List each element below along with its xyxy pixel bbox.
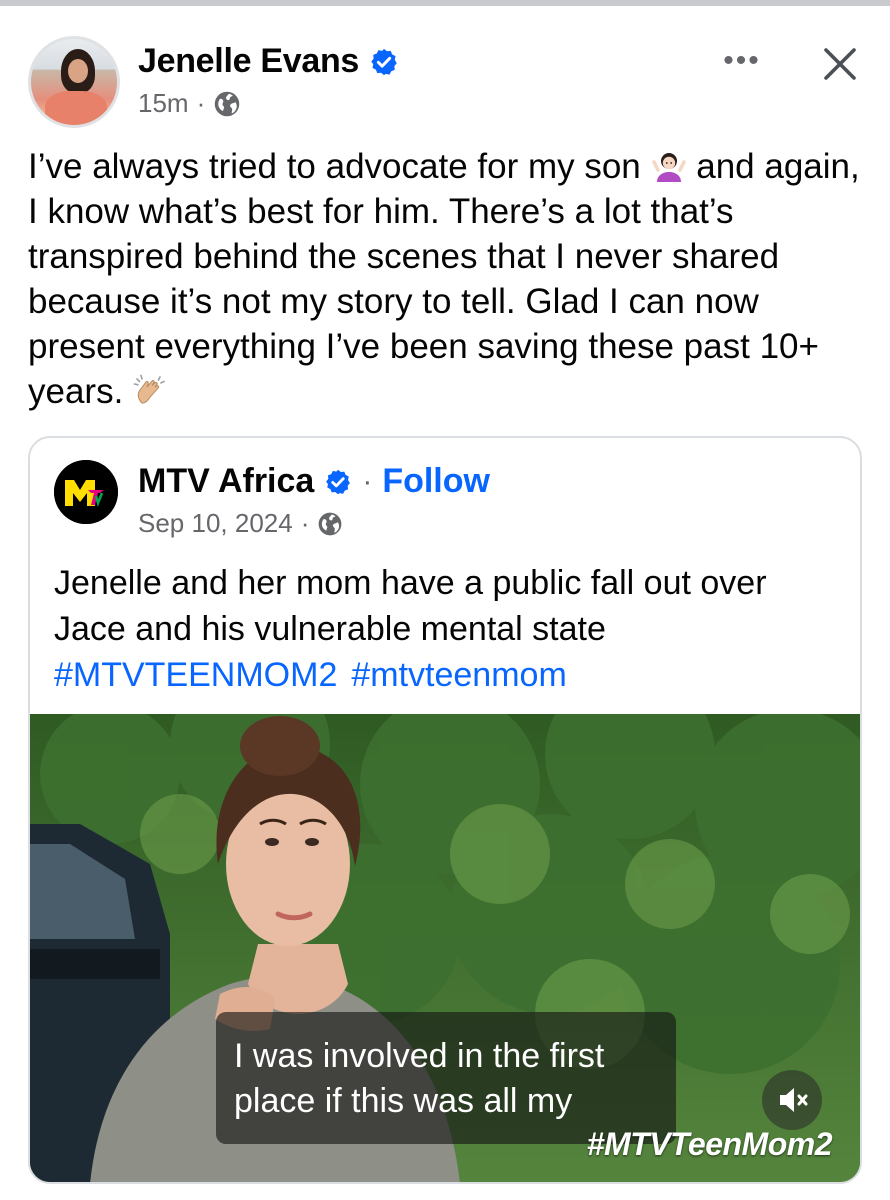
post-meta: 15m · bbox=[138, 88, 241, 119]
mtv-africa-logo[interactable] bbox=[54, 460, 118, 524]
avatar-face bbox=[68, 59, 88, 83]
post-text-part-2: and again, I know what’s best for him. T… bbox=[28, 147, 860, 411]
video-subtitle: I was involved in the first place if thi… bbox=[216, 1012, 676, 1144]
more-options-icon[interactable]: ••• bbox=[720, 46, 764, 76]
hashtag-list: #MTVTEENMOM2 #mtvteenmom bbox=[54, 652, 844, 698]
shared-post-card[interactable]: MTV Africa · Follow Sep 10, 2024 · Jenel… bbox=[28, 436, 862, 1184]
globe-icon bbox=[319, 512, 342, 535]
meta-separator: · bbox=[300, 508, 310, 538]
clapping-hands-emoji bbox=[133, 374, 165, 404]
shared-post-date[interactable]: Sep 10, 2024 bbox=[138, 508, 293, 539]
subtitle-line-1: I was involved in the first bbox=[234, 1037, 605, 1075]
video-player[interactable]: I was involved in the first place if thi… bbox=[30, 714, 860, 1182]
close-icon[interactable] bbox=[818, 42, 862, 86]
hashtag-link[interactable]: #mtvteenmom bbox=[351, 656, 566, 694]
facebook-post: Jenelle Evans 15m · ••• I’ve always trie… bbox=[0, 6, 890, 1200]
muted-speaker-icon bbox=[780, 1088, 808, 1112]
subtitle-line-2: place if this was all my bbox=[234, 1082, 573, 1120]
globe-icon bbox=[215, 91, 240, 116]
mute-toggle-button[interactable] bbox=[762, 1070, 822, 1130]
shared-caption: Jenelle and her mom have a public fall o… bbox=[54, 564, 767, 648]
post-text-part-1: I’ve always tried to advocate for my son bbox=[28, 147, 651, 186]
avatar-dress bbox=[45, 91, 107, 125]
mtv-logo-icon bbox=[54, 460, 118, 524]
meta-separator: · bbox=[196, 88, 206, 118]
video-watermark: #MTVTeenMom2 bbox=[586, 1126, 833, 1162]
author-name[interactable]: Jenelle Evans bbox=[138, 42, 359, 81]
post-body-text: I’ve always tried to advocate for my son… bbox=[28, 144, 864, 414]
post-timestamp[interactable]: 15m bbox=[138, 88, 189, 119]
shared-page-header: MTV Africa · Follow bbox=[138, 462, 490, 501]
author-avatar[interactable] bbox=[28, 36, 120, 128]
verified-badge-icon bbox=[326, 469, 351, 494]
hashtag-link[interactable]: #MTVTEENMOM2 bbox=[54, 656, 337, 694]
shared-page-name[interactable]: MTV Africa bbox=[138, 462, 314, 501]
shared-post-meta: Sep 10, 2024 · bbox=[138, 508, 343, 539]
shared-post-text: Jenelle and her mom have a public fall o… bbox=[54, 560, 844, 698]
author-header: Jenelle Evans bbox=[138, 42, 399, 81]
follow-separator: · bbox=[362, 464, 373, 498]
person-shrugging-emoji bbox=[651, 153, 686, 182]
verified-badge-icon bbox=[371, 48, 397, 75]
follow-button[interactable]: Follow bbox=[382, 462, 490, 501]
